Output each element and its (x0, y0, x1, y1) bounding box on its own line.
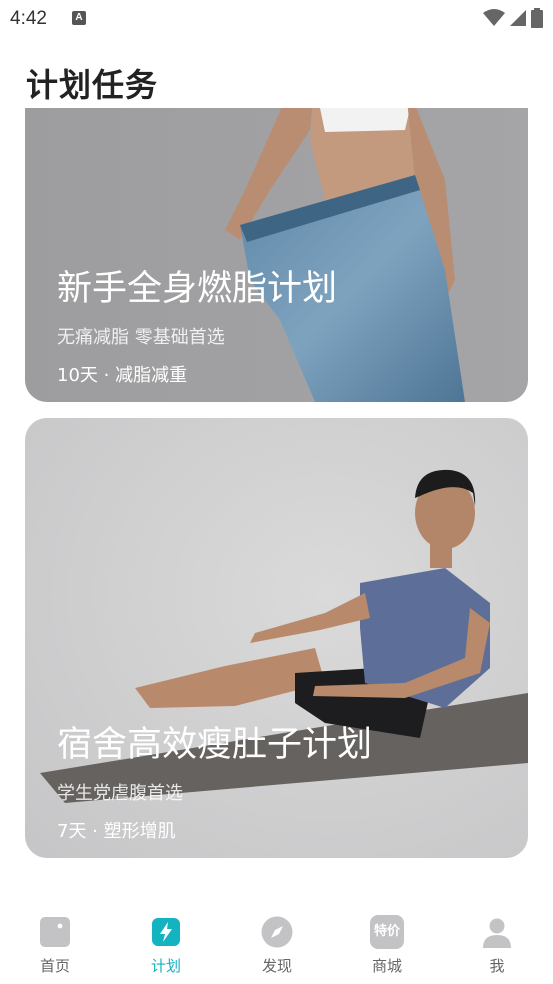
tab-mall[interactable]: 特价 商城 (347, 915, 427, 976)
tab-me[interactable]: 我 (457, 915, 537, 976)
tab-label: 商城 (371, 957, 402, 975)
home-icon (40, 917, 70, 947)
tab-label: 我 (489, 957, 505, 975)
plan-subtitle: 无痛减脂 零基础首选 (57, 327, 225, 348)
status-time: 4:42 (10, 8, 47, 29)
tab-discover[interactable]: 发现 (237, 915, 317, 976)
plan-card-full-body-fat-burn[interactable]: 新手全身燃脂计划 无痛减脂 零基础首选 10天 · 减脂减重 (25, 80, 528, 402)
compass-icon (261, 916, 293, 948)
tab-label: 发现 (261, 957, 292, 975)
tab-plan[interactable]: 计划 (126, 915, 206, 976)
sale-icon: 特价 (370, 915, 404, 949)
plan-title: 宿舍高效瘦肚子计划 (57, 725, 373, 765)
tab-home[interactable]: 首页 (15, 915, 95, 976)
signal-icon (510, 10, 526, 26)
plan-meta: 10天 · 减脂减重 (57, 365, 188, 386)
plan-subtitle: 学生党虐腹首选 (57, 783, 183, 804)
plan-meta: 7天 · 塑形增肌 (57, 821, 176, 842)
plan-bolt-icon (152, 918, 180, 946)
plan-title: 新手全身燃脂计划 (57, 269, 338, 309)
user-icon (483, 918, 511, 948)
tab-label: 首页 (39, 957, 70, 975)
a-notification-icon: A (72, 11, 86, 25)
page-title: 计划任务 (26, 66, 159, 104)
tab-label: 计划 (150, 957, 181, 975)
status-icons (483, 8, 543, 28)
status-bar: 4:42 A (0, 0, 553, 38)
battery-icon (531, 8, 543, 28)
bottom-tab-bar: 首页 计划 发现 特价 商城 我 (0, 905, 553, 984)
plan-card-text: 宿舍高效瘦肚子计划 学生党虐腹首选 7天 · 塑形增肌 (57, 716, 372, 843)
plan-card-dorm-belly[interactable]: 宿舍高效瘦肚子计划 学生党虐腹首选 7天 · 塑形增肌 (25, 418, 528, 858)
plan-card-text: 新手全身燃脂计划 无痛减脂 零基础首选 10天 · 减脂减重 (57, 260, 337, 387)
wifi-icon (483, 9, 505, 26)
